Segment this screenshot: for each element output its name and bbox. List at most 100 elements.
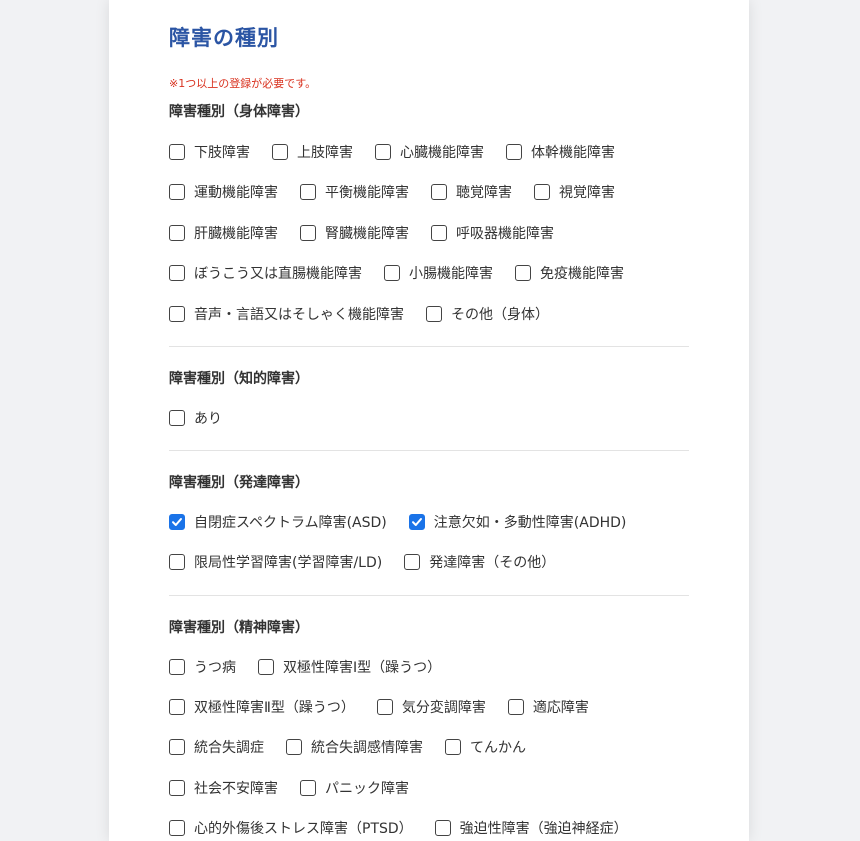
checkbox-option[interactable]: 自閉症スペクトラム障害(ASD) <box>169 512 387 532</box>
checkbox[interactable] <box>169 306 185 322</box>
checkbox[interactable] <box>169 820 185 836</box>
checkbox[interactable] <box>434 820 451 836</box>
checkbox-row: あり <box>169 408 244 428</box>
checkbox-checked[interactable] <box>169 514 185 530</box>
checkbox-option[interactable]: 双極性障害Ⅰ型（躁うつ） <box>258 657 441 677</box>
checkbox-row: 双極性障害Ⅱ型（躁うつ） 気分変調障害 適応障害 <box>169 697 611 717</box>
checkbox-label: 注意欠如・多動性障害(ADHD) <box>433 515 627 531</box>
checkbox-option[interactable]: 社会不安障害 <box>169 778 278 798</box>
section-title-mental: 障害種別（精神障害） <box>169 620 309 636</box>
checkbox-label: 統合失調感情障害 <box>311 740 423 756</box>
checkbox-option[interactable]: 心臓機能障害 <box>375 142 484 162</box>
checkbox-label: 限局性学習障害(学習障害/LD) <box>194 555 383 571</box>
checkbox[interactable] <box>286 739 302 755</box>
checkbox-option[interactable]: パニック障害 <box>300 778 409 798</box>
checkbox[interactable] <box>445 739 461 755</box>
checkbox-option[interactable]: 上肢障害 <box>272 142 353 162</box>
checkbox-row: 自閉症スペクトラム障害(ASD) 注意欠如・多動性障害(ADHD) <box>169 512 648 532</box>
checkbox[interactable] <box>300 225 316 241</box>
disability-form-card: 障害の種別 ※1つ以上の登録が必要です。 障害種別（身体障害） 下肢障害 上肢障害心… <box>109 0 749 841</box>
checkbox[interactable] <box>375 144 391 160</box>
checkbox-label: 適応障害 <box>532 700 589 716</box>
checkbox[interactable] <box>534 184 550 200</box>
checkbox[interactable] <box>431 184 447 200</box>
checkbox-label: その他（身体） <box>451 307 549 323</box>
checkbox-option[interactable]: あり <box>169 408 222 428</box>
checkbox-option[interactable]: 統合失調症 <box>169 737 264 757</box>
checkbox-option[interactable]: 音声・言語又はそしゃく機能障害 <box>169 304 404 324</box>
checkbox[interactable] <box>258 659 274 675</box>
checkbox-row: うつ病 双極性障害Ⅰ型（躁うつ） <box>169 657 463 677</box>
checkbox-label: あり <box>194 411 222 427</box>
checkbox-option[interactable]: 運動機能障害 <box>169 182 278 202</box>
checkbox-option[interactable]: 強迫性障害（強迫神経症） <box>434 818 628 838</box>
checkbox-label: ぼうこう又は直腸機能障害 <box>194 266 362 282</box>
checkbox-option[interactable]: 腎臓機能障害 <box>300 223 409 243</box>
checkbox-option[interactable]: 注意欠如・多動性障害(ADHD) <box>408 512 627 532</box>
checkbox-option[interactable]: 呼吸器機能障害 <box>431 223 554 243</box>
checkbox[interactable] <box>300 780 316 796</box>
checkbox-label: 呼吸器機能障害 <box>456 226 554 242</box>
checkbox-label: 小腸機能障害 <box>409 266 493 282</box>
checkbox[interactable] <box>376 699 393 715</box>
checkbox[interactable] <box>426 306 442 322</box>
checkbox[interactable] <box>507 699 524 715</box>
checkbox-label: 聴覚障害 <box>456 185 512 201</box>
checkbox[interactable] <box>169 410 185 426</box>
checkbox-option[interactable]: てんかん <box>445 737 526 757</box>
checkbox-option[interactable]: 心的外傷後ストレス障害（PTSD） <box>169 818 413 838</box>
checkbox-label: 心臓機能障害 <box>400 145 484 161</box>
checkbox[interactable] <box>169 265 185 281</box>
checkbox-row: 音声・言語又はそしゃく機能障害 その他（身体） <box>169 304 571 324</box>
checkbox-option[interactable]: 双極性障害Ⅱ型（躁うつ） <box>169 697 355 717</box>
checkbox-option[interactable]: その他（身体） <box>426 304 549 324</box>
checkbox-label: 統合失調症 <box>194 740 264 756</box>
checkbox-option[interactable]: 平衡機能障害 <box>300 182 409 202</box>
checkbox[interactable] <box>169 780 185 796</box>
checkbox[interactable] <box>431 225 447 241</box>
checkbox[interactable] <box>169 659 185 675</box>
checkbox-label: 双極性障害Ⅰ型（躁うつ） <box>283 660 442 676</box>
checkbox-label: 発達障害（その他） <box>429 555 556 571</box>
checkbox-option[interactable]: うつ病 <box>169 657 236 677</box>
section-divider <box>169 595 689 596</box>
checkbox[interactable] <box>169 225 185 241</box>
checkbox[interactable] <box>300 184 316 200</box>
checkbox-option[interactable]: 小腸機能障害 <box>384 263 493 283</box>
checkbox[interactable] <box>169 699 185 715</box>
checkbox[interactable] <box>384 265 400 281</box>
checkbox-option[interactable]: 発達障害（その他） <box>404 552 555 572</box>
checkbox-option[interactable]: 適応障害 <box>507 697 589 717</box>
checkmark-icon <box>172 518 182 526</box>
checkbox[interactable] <box>515 265 531 281</box>
checkbox[interactable] <box>169 554 185 570</box>
checkbox-option[interactable]: ぼうこう又は直腸機能障害 <box>169 263 362 283</box>
checkbox-option[interactable]: 聴覚障害 <box>431 182 512 202</box>
checkbox-label: 上肢障害 <box>297 145 353 161</box>
checkbox-row: 運動機能障害 平衡機能障害 聴覚障害 視覚障害 <box>169 182 637 202</box>
checkbox-option[interactable]: 統合失調感情障害 <box>286 737 423 757</box>
checkbox[interactable] <box>169 739 185 755</box>
checkbox[interactable] <box>169 144 185 160</box>
checkbox[interactable] <box>506 144 522 160</box>
section-title-physical: 障害種別（身体障害） <box>169 104 309 120</box>
section-title-developmental: 障害種別（発達障害） <box>169 475 309 491</box>
checkbox[interactable] <box>169 184 185 200</box>
required-note: ※1つ以上の登録が必要です。 <box>169 77 317 90</box>
checkbox-label: 強迫性障害（強迫神経症） <box>459 821 628 837</box>
checkbox-label: 視覚障害 <box>559 185 615 201</box>
checkbox-option[interactable]: 限局性学習障害(学習障害/LD) <box>169 552 382 572</box>
checkbox-option[interactable]: 体幹機能障害 <box>506 142 615 162</box>
checkbox-row: ぼうこう又は直腸機能障害 小腸機能障害 免疫機能障害 <box>169 263 646 283</box>
checkbox-option[interactable]: 下肢障害 <box>169 142 250 162</box>
checkbox-label: 体幹機能障害 <box>531 145 615 161</box>
checkbox-option[interactable]: 気分変調障害 <box>376 697 486 717</box>
checkbox-checked[interactable] <box>408 514 425 530</box>
checkbox-option[interactable]: 視覚障害 <box>534 182 615 202</box>
checkbox[interactable] <box>272 144 288 160</box>
checkbox-row: 下肢障害 上肢障害 心臓機能障害 体幹機能障害 <box>169 142 637 162</box>
checkbox[interactable] <box>404 554 421 570</box>
checkbox-option[interactable]: 免疫機能障害 <box>515 263 624 283</box>
checkbox-label: 免疫機能障害 <box>540 266 624 282</box>
checkbox-option[interactable]: 肝臓機能障害 <box>169 223 278 243</box>
